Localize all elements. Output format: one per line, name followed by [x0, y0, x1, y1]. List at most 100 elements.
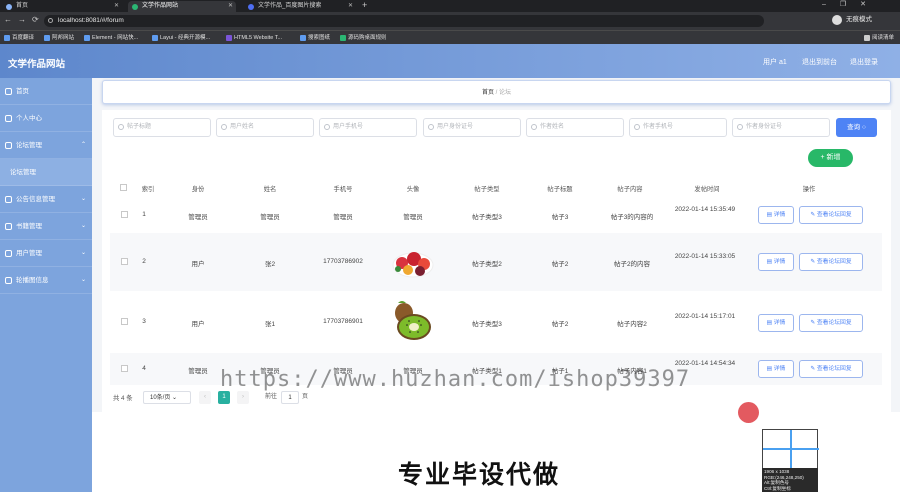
window-controls-icon[interactable]: –❐✕: [822, 0, 880, 8]
cell-role: 管理员: [188, 214, 208, 221]
search-user-id-input[interactable]: 用户身份证号: [423, 118, 521, 137]
sidebar-item-users[interactable]: 用户管理 ⌄: [0, 240, 92, 267]
bookmark-item[interactable]: Element - 网站快...: [84, 33, 138, 43]
page-number-current[interactable]: 1: [218, 391, 230, 404]
bookmark-label: Element - 网站快...: [92, 35, 139, 41]
logout-link[interactable]: 退出登录: [850, 57, 878, 67]
search-author-phone-input[interactable]: 作者手机号: [629, 118, 727, 137]
tab-title: 首页: [16, 3, 29, 9]
view-replies-label: 查看论坛回复: [816, 320, 852, 326]
mouse-cursor-highlight: [738, 402, 759, 423]
close-icon[interactable]: ✕: [348, 1, 353, 12]
placeholder: 作者手机号: [643, 124, 674, 130]
reading-list-label: 阅读清单: [872, 35, 895, 41]
breadcrumb-separator: /: [495, 90, 498, 96]
search-icon: [324, 124, 330, 130]
browser-tab[interactable]: 文学作品_百度图片搜索 ✕: [244, 1, 356, 12]
breadcrumb-home[interactable]: 首页: [482, 90, 494, 96]
view-replies-button[interactable]: ✎ 查看论坛回复: [799, 314, 863, 332]
detail-label: 详情: [773, 366, 786, 372]
edit-icon: ✎: [810, 259, 816, 265]
detail-label: 详情: [773, 320, 786, 326]
browser-tab-bar: 首页 ✕ 文学作品网站 ✕ 文学作品_百度图片搜索 ✕ + –❐✕: [0, 0, 900, 12]
goto-page-input[interactable]: 1: [281, 391, 299, 404]
cell-index: 2: [142, 258, 146, 265]
prev-page-button[interactable]: ‹: [199, 391, 211, 404]
cell-time: 2022-01-14 15:35:49: [674, 206, 736, 213]
search-icon: [118, 124, 124, 130]
bookmark-item[interactable]: HTML5 Website T...: [226, 33, 282, 43]
search-author-name-input[interactable]: 作者姓名: [526, 118, 624, 137]
search-icon: [737, 124, 743, 130]
bookmark-label: 源码购桌面规则: [348, 35, 387, 41]
exit-to-home-link[interactable]: 退出到前台: [802, 57, 837, 67]
bookmark-item[interactable]: 百度翻译: [4, 33, 34, 43]
next-page-button[interactable]: ›: [237, 391, 249, 404]
col-header-time: 发帖时间: [694, 186, 720, 193]
close-icon[interactable]: ✕: [228, 1, 233, 12]
select-all-checkbox[interactable]: [120, 184, 127, 191]
bookmark-label: 搜索图纸: [308, 35, 331, 41]
close-icon[interactable]: ✕: [114, 1, 119, 12]
detail-button[interactable]: ▤ 详情: [758, 360, 794, 378]
new-tab-icon[interactable]: +: [362, 0, 367, 10]
bookmark-item[interactable]: Layui - 经典开源模...: [152, 33, 210, 43]
chevron-down-icon: ⌄: [172, 395, 178, 401]
row-checkbox[interactable]: [121, 318, 128, 325]
detail-button[interactable]: ▤ 详情: [758, 253, 794, 271]
search-icon: [221, 124, 227, 130]
bookmark-item[interactable]: 源码购桌面规则: [340, 33, 387, 43]
browser-tab[interactable]: 首页 ✕: [2, 1, 122, 12]
bookmark-icon: [4, 35, 10, 41]
row-checkbox[interactable]: [121, 258, 128, 265]
detail-button[interactable]: ▤ 详情: [758, 314, 794, 332]
bookmark-icon: [226, 35, 232, 41]
search-user-name-input[interactable]: 用户姓名: [216, 118, 314, 137]
sidebar-item-notice[interactable]: 公告信息管理 ⌄: [0, 186, 92, 213]
bookmark-item[interactable]: 搜索图纸: [300, 33, 330, 43]
detail-icon: ▤: [766, 259, 773, 265]
sidebar-item-profile[interactable]: 个人中心: [0, 105, 92, 132]
sidebar-subitem-forum[interactable]: 论坛管理: [0, 159, 92, 186]
sidebar-item-home[interactable]: 首页: [0, 78, 92, 105]
avatar[interactable]: [832, 15, 842, 25]
tab-title: 文学作品网站: [142, 3, 179, 9]
cell-content: 帖子3的内容的: [610, 214, 654, 221]
detail-button[interactable]: ▤ 详情: [758, 206, 794, 224]
sidebar-item-books[interactable]: 书籍管理 ⌄: [0, 213, 92, 240]
tab-favicon-icon: [132, 4, 138, 10]
cell-title: 帖子2: [551, 321, 569, 328]
cell-name: 管理员: [260, 214, 280, 221]
app-title: 文学作品网站: [8, 59, 66, 70]
search-author-id-input[interactable]: 作者身份证号: [732, 118, 830, 137]
bookmark-icon: [152, 35, 158, 41]
add-button[interactable]: + 新增: [808, 149, 853, 167]
crosshair-horizontal: [763, 448, 819, 450]
bookmark-item[interactable]: 阿邦网站: [44, 33, 74, 43]
view-replies-button[interactable]: ✎ 查看论坛回复: [799, 253, 863, 271]
chevron-down-icon: ⌄: [80, 196, 86, 202]
sidebar-item-carousel[interactable]: 轮播图信息 ⌄: [0, 267, 92, 294]
search-user-phone-input[interactable]: 用户手机号: [319, 118, 417, 137]
browser-tab-active[interactable]: 文学作品网站 ✕: [128, 1, 236, 12]
reading-list[interactable]: 阅读清单: [864, 33, 894, 43]
search-title-input[interactable]: 帖子标题: [113, 118, 211, 137]
page-size-select[interactable]: 10条/页 ⌄: [143, 391, 191, 404]
url-input[interactable]: localhost:8081/#/forum: [44, 15, 764, 27]
current-user: 用户 a1: [763, 59, 787, 66]
cell-type: 帖子类型3: [472, 321, 502, 328]
col-header-content: 帖子内容: [617, 186, 643, 193]
bookmark-label: HTML5 Website T...: [234, 35, 283, 41]
sidebar-item-forum[interactable]: 论坛管理 ⌃: [0, 132, 92, 159]
info-icon: [48, 18, 53, 23]
row-checkbox[interactable]: [121, 211, 128, 218]
picker-hint-copy-coord: Ctrl:复制坐标: [764, 485, 791, 491]
cell-title: 帖子3: [551, 214, 569, 221]
view-replies-button[interactable]: ✎ 查看论坛回复: [799, 360, 863, 378]
view-replies-label: 查看论坛回复: [816, 259, 852, 265]
row-checkbox[interactable]: [121, 365, 128, 372]
edit-icon: ✎: [810, 366, 816, 372]
nav-arrows-icon[interactable]: ←→⟳: [4, 15, 45, 24]
query-button[interactable]: 查询 ○: [836, 118, 877, 137]
view-replies-button[interactable]: ✎ 查看论坛回复: [799, 206, 863, 224]
